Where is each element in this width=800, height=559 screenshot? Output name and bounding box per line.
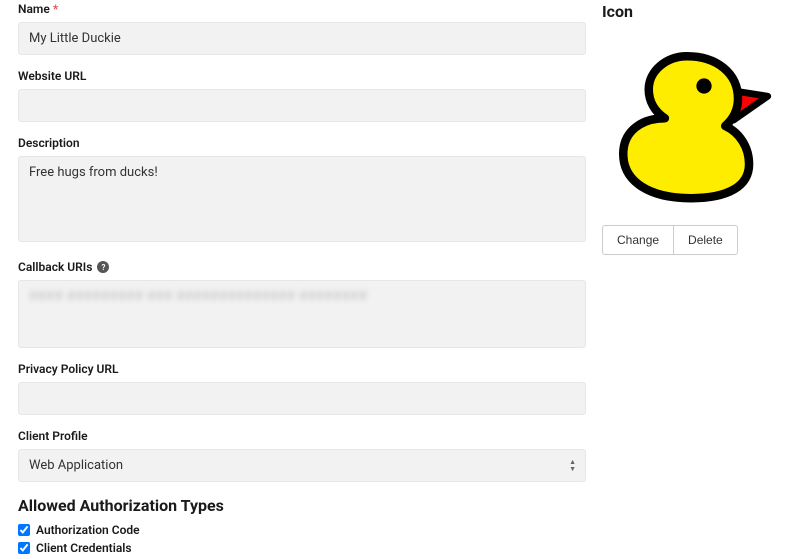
info-icon[interactable]: ?	[97, 261, 109, 273]
redacted-callback-value: #### ######### ### ############## ######…	[29, 289, 367, 304]
description-field: Description Free hugs from ducks!	[18, 136, 586, 246]
required-mark: *	[53, 2, 58, 16]
privacy-policy-url-input[interactable]	[18, 382, 586, 415]
name-field: Name*	[18, 2, 586, 55]
icon-heading: Icon	[602, 2, 782, 21]
callback-uris-textarea[interactable]: #### ######### ### ############## ######…	[18, 280, 586, 348]
description-textarea[interactable]: Free hugs from ducks!	[18, 156, 586, 242]
name-input[interactable]	[18, 22, 586, 55]
client-profile-select[interactable]: Web Application	[18, 449, 586, 482]
auth-type-checkbox-client-credentials[interactable]	[18, 542, 30, 554]
website-url-label: Website URL	[18, 69, 586, 83]
icon-button-group: Change Delete	[602, 225, 782, 255]
delete-icon-button[interactable]: Delete	[673, 225, 738, 255]
auth-type-label-authorization-code: Authorization Code	[36, 523, 140, 537]
website-url-field: Website URL	[18, 69, 586, 122]
privacy-policy-url-field: Privacy Policy URL	[18, 362, 586, 415]
allowed-auth-types-heading: Allowed Authorization Types	[18, 496, 586, 515]
website-url-input[interactable]	[18, 89, 586, 122]
client-profile-field: Client Profile Web Application ▲▼	[18, 429, 586, 482]
privacy-policy-url-label: Privacy Policy URL	[18, 362, 586, 376]
client-profile-selected: Web Application	[29, 458, 123, 473]
icon-preview	[602, 35, 772, 205]
description-label: Description	[18, 136, 586, 150]
client-profile-label: Client Profile	[18, 429, 586, 443]
callback-uris-label: Callback URIs ?	[18, 260, 586, 274]
change-icon-button[interactable]: Change	[602, 225, 674, 255]
duck-icon	[602, 35, 772, 205]
name-label: Name*	[18, 2, 586, 16]
chevron-updown-icon: ▲▼	[569, 459, 576, 473]
auth-type-row-authorization-code: Authorization Code	[18, 523, 586, 537]
auth-type-checkbox-authorization-code[interactable]	[18, 524, 30, 536]
callback-uris-field: Callback URIs ? #### ######### ### #####…	[18, 260, 586, 348]
